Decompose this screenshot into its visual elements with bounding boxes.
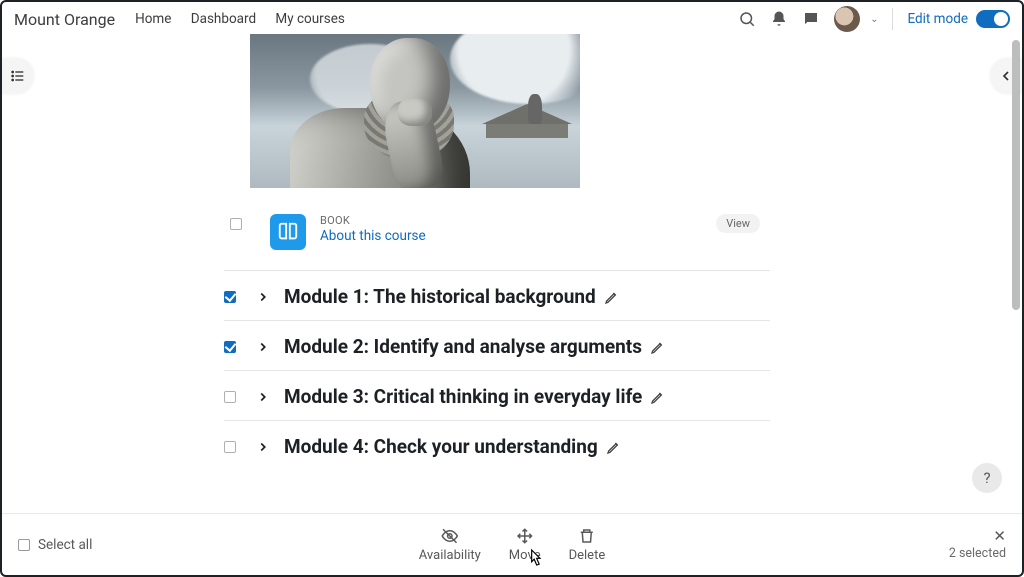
- module-title[interactable]: Module 4: Check your understanding: [284, 435, 598, 458]
- page-content: BOOK About this course View Module 1: Th…: [0, 30, 1024, 577]
- bulk-actions: Availability Move Delete: [419, 527, 605, 563]
- selected-count: 2 selected: [949, 546, 1006, 561]
- activity-type-label: BOOK: [320, 214, 426, 227]
- checkbox-select-all[interactable]: [18, 539, 30, 551]
- chevron-right-icon[interactable]: [254, 338, 272, 356]
- trash-icon: [578, 527, 596, 545]
- chevron-right-icon[interactable]: [254, 438, 272, 456]
- nav-mycourses[interactable]: My courses: [275, 11, 344, 27]
- pencil-icon[interactable]: [604, 289, 620, 305]
- checkbox-module-2[interactable]: [224, 341, 236, 353]
- activity-row-book: BOOK About this course View: [230, 214, 760, 250]
- checkbox-module-3[interactable]: [224, 391, 236, 403]
- activity-title-link[interactable]: About this course: [320, 228, 426, 244]
- view-badge[interactable]: View: [716, 214, 760, 233]
- module-row: Module 2: Identify and analyse arguments: [224, 320, 770, 370]
- book-icon: [270, 214, 306, 250]
- module-row: Module 1: The historical background: [224, 270, 770, 320]
- nav-links: Home Dashboard My courses: [135, 11, 361, 27]
- chevron-right-icon[interactable]: [254, 288, 272, 306]
- help-button[interactable]: ?: [972, 463, 1002, 493]
- course-hero-image: [250, 34, 580, 188]
- bulk-action-bar: Select all Availability Move Delete ✕ 2 …: [2, 513, 1022, 575]
- divider: [892, 8, 893, 30]
- module-list: Module 1: The historical background Modu…: [224, 270, 770, 470]
- checkbox-book[interactable]: [230, 218, 242, 230]
- eye-off-icon: [441, 527, 459, 545]
- pencil-icon[interactable]: [606, 439, 622, 455]
- module-title[interactable]: Module 3: Critical thinking in everyday …: [284, 385, 642, 408]
- module-row: Module 4: Check your understanding: [224, 420, 770, 470]
- chevron-right-icon[interactable]: [254, 388, 272, 406]
- module-title[interactable]: Module 1: The historical background: [284, 285, 596, 308]
- scrollbar[interactable]: [1010, 40, 1020, 503]
- move-button[interactable]: Move: [509, 527, 541, 563]
- nav-dashboard[interactable]: Dashboard: [191, 11, 256, 27]
- checkbox-module-1[interactable]: [224, 291, 236, 303]
- toggle-switch-icon[interactable]: [976, 10, 1010, 28]
- availability-button[interactable]: Availability: [419, 527, 481, 563]
- nav-home[interactable]: Home: [135, 11, 171, 27]
- book-meta: BOOK About this course: [320, 214, 426, 244]
- select-all-label: Select all: [38, 537, 92, 553]
- pencil-icon[interactable]: [650, 389, 666, 405]
- scrollbar-thumb[interactable]: [1012, 40, 1020, 310]
- select-all[interactable]: Select all: [18, 537, 92, 553]
- search-icon[interactable]: [738, 10, 756, 28]
- edit-mode-label: Edit mode: [907, 11, 968, 27]
- bell-icon[interactable]: [770, 10, 788, 28]
- close-icon[interactable]: ✕: [993, 529, 1006, 544]
- module-title[interactable]: Module 2: Identify and analyse arguments: [284, 335, 642, 358]
- edit-mode-toggle[interactable]: Edit mode: [907, 10, 1010, 28]
- avatar[interactable]: [834, 6, 860, 32]
- module-row: Module 3: Critical thinking in everyday …: [224, 370, 770, 420]
- chevron-down-icon[interactable]: ⌄: [870, 14, 878, 25]
- nav-icons: ⌄ Edit mode: [738, 6, 1010, 32]
- move-icon: [516, 527, 534, 545]
- chat-icon[interactable]: [802, 10, 820, 28]
- checkbox-module-4[interactable]: [224, 441, 236, 453]
- pencil-icon[interactable]: [650, 339, 666, 355]
- site-brand[interactable]: Mount Orange: [14, 10, 115, 29]
- delete-button[interactable]: Delete: [569, 527, 606, 563]
- bulk-right: ✕ 2 selected: [949, 529, 1006, 561]
